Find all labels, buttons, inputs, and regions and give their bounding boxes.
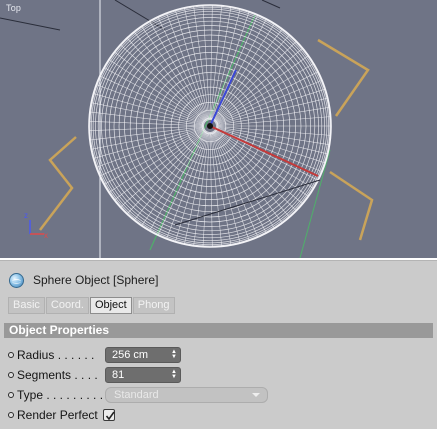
viewport-top[interactable]: z x Top xyxy=(0,0,437,258)
sphere-meridian-line xyxy=(215,127,328,155)
guide-bracket-right xyxy=(317,38,370,117)
segments-stepper[interactable]: ▲ ▼ xyxy=(171,369,177,380)
tab-phong[interactable]: Phong xyxy=(132,297,175,314)
sphere-meridian-line xyxy=(215,127,323,173)
animation-bullet[interactable] xyxy=(8,412,14,418)
property-row-segments: Segments . . . . xyxy=(8,367,98,383)
object-header: Sphere Object [Sphere] xyxy=(9,271,158,289)
radius-stepper[interactable]: ▲ ▼ xyxy=(171,349,177,360)
axis-label-z: z xyxy=(24,211,28,220)
radius-value: 256 cm xyxy=(112,349,149,361)
viewport-canvas: z x xyxy=(0,0,374,258)
sphere-meridian-line xyxy=(141,130,207,226)
sphere-icon xyxy=(9,272,24,288)
type-value: Standard xyxy=(114,389,159,401)
tab-basic[interactable]: Basic xyxy=(8,297,45,314)
type-label: Type . . . . . . . . . xyxy=(17,388,104,402)
sphere-meridian-line xyxy=(91,102,205,126)
attribute-tabs: Basic Coord. Object Phong xyxy=(8,297,176,314)
sphere-meridian-line xyxy=(215,107,330,126)
green-guide-line xyxy=(299,149,331,258)
sphere-meridian-line xyxy=(212,18,267,121)
sphere-meridian-line xyxy=(210,131,232,246)
sphere-meridian-line xyxy=(215,79,323,125)
segments-field[interactable]: 81 ▲ ▼ xyxy=(105,367,181,383)
property-row-type: Type . . . . . . . . . xyxy=(8,387,103,403)
sphere-meridian-line xyxy=(212,131,267,234)
animation-bullet[interactable] xyxy=(8,352,14,358)
type-dropdown[interactable]: Standard xyxy=(105,387,268,403)
view-guide-line xyxy=(0,17,61,31)
view-guide-line xyxy=(261,0,281,9)
axis-label-x: x xyxy=(44,231,48,240)
attribute-manager: Sphere Object [Sphere] Basic Coord. Obje… xyxy=(0,260,437,429)
view-label[interactable]: Top xyxy=(6,3,21,13)
guide-bracket-left xyxy=(39,136,77,231)
render-perfect-checkbox[interactable] xyxy=(102,409,115,421)
view-guide-line xyxy=(114,0,166,31)
property-row-render-perfect: Render Perfect xyxy=(8,407,115,423)
guide-bracket-lower-right xyxy=(329,170,374,241)
animation-bullet[interactable] xyxy=(8,392,14,398)
sphere-meridian-line xyxy=(213,28,283,122)
object-title: Sphere Object [Sphere] xyxy=(33,273,159,287)
animation-bullet[interactable] xyxy=(8,372,14,378)
radius-label: Radius . . . . . . xyxy=(17,348,95,362)
tab-coord[interactable]: Coord. xyxy=(45,297,89,314)
checkmark-icon xyxy=(105,411,115,421)
render-perfect-label: Render Perfect xyxy=(17,408,98,422)
sphere-meridian-line xyxy=(215,97,328,125)
sphere-meridian-line xyxy=(91,126,205,150)
sphere-meridian-line xyxy=(141,26,207,122)
chevron-down-icon xyxy=(252,393,260,397)
object-center-point xyxy=(207,123,213,129)
segments-value: 81 xyxy=(112,369,125,381)
section-header-object-properties: Object Properties xyxy=(4,323,433,338)
segments-label: Segments . . . . xyxy=(17,368,98,382)
tab-object[interactable]: Object xyxy=(89,297,132,314)
radius-field[interactable]: 256 cm ▲ ▼ xyxy=(105,347,181,363)
object-axis-x xyxy=(209,125,319,177)
property-row-radius: Radius . . . . . . xyxy=(8,347,94,363)
